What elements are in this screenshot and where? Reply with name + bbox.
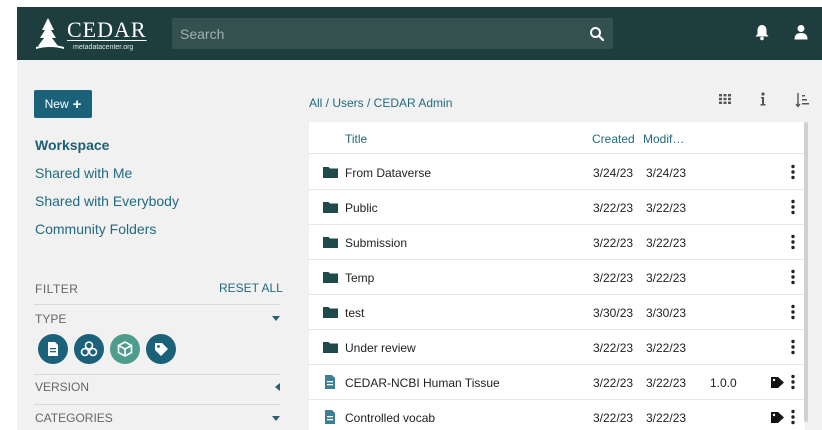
more-options-icon[interactable] — [791, 374, 795, 390]
top-navbar: CEDAR metadatacenter.org — [17, 7, 822, 60]
cubes-icon — [80, 341, 98, 357]
row-title[interactable]: test — [345, 306, 364, 320]
row-created: 3/22/23 — [593, 411, 634, 425]
row-created: 3/22/23 — [593, 341, 634, 355]
reset-all-link[interactable]: RESET ALL — [219, 281, 283, 295]
cube-icon — [117, 341, 133, 357]
filter-label: FILTER — [35, 282, 79, 296]
sidebar-item-community-folders[interactable]: Community Folders — [35, 221, 156, 237]
row-created: 3/22/23 — [593, 236, 634, 250]
sort-icon[interactable] — [795, 92, 809, 108]
search-input[interactable] — [180, 18, 570, 49]
row-created: 3/30/23 — [593, 306, 634, 320]
row-modified: 3/22/23 — [646, 201, 687, 215]
grid-view-icon[interactable] — [718, 92, 732, 106]
search-icon[interactable] — [589, 26, 605, 42]
more-options-icon[interactable] — [791, 409, 795, 425]
folder-icon — [323, 202, 338, 213]
row-modified: 3/22/23 — [646, 236, 687, 250]
sidebar-item-shared-with-me[interactable]: Shared with Me — [35, 165, 132, 181]
column-header-title[interactable]: Title — [345, 132, 367, 146]
table-row[interactable]: Submission 3/22/23 3/22/23 — [309, 225, 805, 260]
tag-icon[interactable] — [771, 377, 784, 388]
row-title[interactable]: Submission — [345, 236, 407, 250]
folder-icon — [323, 237, 338, 248]
logo-title: CEDAR — [67, 17, 147, 42]
type-filter-label: TYPE — [35, 312, 67, 326]
template-document-icon — [325, 410, 335, 424]
chevron-down-icon[interactable] — [272, 416, 280, 421]
search-bar — [172, 18, 613, 49]
row-title[interactable]: CEDAR-NCBI Human Tissue — [345, 376, 500, 390]
user-icon[interactable] — [794, 24, 808, 40]
breadcrumb[interactable]: All / Users / CEDAR Admin — [309, 96, 452, 110]
row-modified: 3/22/23 — [646, 341, 687, 355]
more-options-icon[interactable] — [791, 269, 795, 285]
version-filter-label: VERSION — [35, 380, 90, 394]
table-row[interactable]: Controlled vocab 3/22/23 3/22/23 — [309, 400, 805, 430]
sidebar: New + Workspace Shared with Me Shared wi… — [17, 60, 294, 430]
table-row[interactable]: CEDAR-NCBI Human Tissue 3/22/23 3/22/23 1.0… — [309, 365, 805, 400]
folder-icon — [323, 167, 338, 178]
row-created: 3/24/23 — [593, 166, 634, 180]
column-header-modified[interactable]: Modif… — [643, 132, 684, 146]
plus-icon: + — [72, 95, 82, 113]
chevron-down-icon[interactable] — [272, 316, 280, 321]
info-icon[interactable] — [759, 92, 767, 106]
row-created: 3/22/23 — [593, 271, 634, 285]
bell-icon[interactable] — [754, 24, 770, 41]
sidebar-item-workspace[interactable]: Workspace — [35, 137, 109, 153]
more-options-icon[interactable] — [791, 199, 795, 215]
row-created: 3/22/23 — [593, 376, 634, 390]
logo-subtitle: metadatacenter.org — [73, 44, 134, 51]
more-options-icon[interactable] — [791, 304, 795, 320]
row-created: 3/22/23 — [593, 201, 634, 215]
scrollbar[interactable] — [804, 122, 808, 422]
row-title[interactable]: From Dataverse — [345, 166, 431, 180]
table-row[interactable]: test 3/30/23 3/30/23 — [309, 295, 805, 330]
row-title[interactable]: Public — [345, 201, 378, 215]
table-row[interactable]: Under review 3/22/23 3/22/23 — [309, 330, 805, 365]
new-button[interactable]: New + — [34, 90, 92, 118]
row-modified: 3/22/23 — [646, 271, 687, 285]
more-options-icon[interactable] — [791, 339, 795, 355]
row-modified: 3/24/23 — [646, 166, 687, 180]
template-type-icon[interactable] — [110, 334, 140, 364]
divider — [34, 374, 280, 375]
row-title[interactable]: Under review — [345, 341, 416, 355]
divider — [34, 404, 280, 405]
more-options-icon[interactable] — [791, 164, 795, 180]
template-document-icon — [325, 375, 335, 389]
folder-icon — [323, 342, 338, 353]
tree-logo-icon — [36, 18, 64, 49]
table-row[interactable]: Temp 3/22/23 3/22/23 — [309, 260, 805, 295]
row-title[interactable]: Temp — [345, 271, 374, 285]
more-options-icon[interactable] — [791, 234, 795, 250]
table-row[interactable]: Public 3/22/23 3/22/23 — [309, 190, 805, 225]
document-icon — [48, 342, 58, 356]
element-type-icon[interactable] — [74, 334, 104, 364]
tag-icon[interactable] — [771, 412, 784, 423]
column-header-created[interactable]: Created — [592, 132, 635, 146]
tag-icon — [155, 343, 168, 356]
table-row[interactable]: From Dataverse 3/24/23 3/24/23 — [309, 155, 805, 190]
row-modified: 3/22/23 — [646, 411, 687, 425]
row-title[interactable]: Controlled vocab — [345, 411, 435, 425]
main-content: All / Users / CEDAR Admin Title Created … — [294, 60, 822, 430]
folder-icon — [323, 272, 338, 283]
new-button-label: New — [44, 97, 69, 111]
row-version: 1.0.0 — [710, 376, 737, 390]
field-type-icon[interactable] — [38, 334, 68, 364]
instance-type-icon[interactable] — [146, 334, 176, 364]
categories-filter-label: CATEGORIES — [35, 411, 113, 425]
row-modified: 3/30/23 — [646, 306, 687, 320]
divider — [34, 304, 280, 305]
folder-icon — [323, 307, 338, 318]
sidebar-item-shared-with-everybody[interactable]: Shared with Everybody — [35, 193, 179, 209]
cedar-logo[interactable]: CEDAR metadatacenter.org — [31, 13, 157, 55]
table-header: Title Created Modif… — [309, 122, 805, 154]
row-modified: 3/22/23 — [646, 376, 687, 390]
resource-table: Title Created Modif… From Dataverse 3/24/… — [309, 122, 805, 430]
chevron-left-icon[interactable] — [275, 383, 280, 391]
